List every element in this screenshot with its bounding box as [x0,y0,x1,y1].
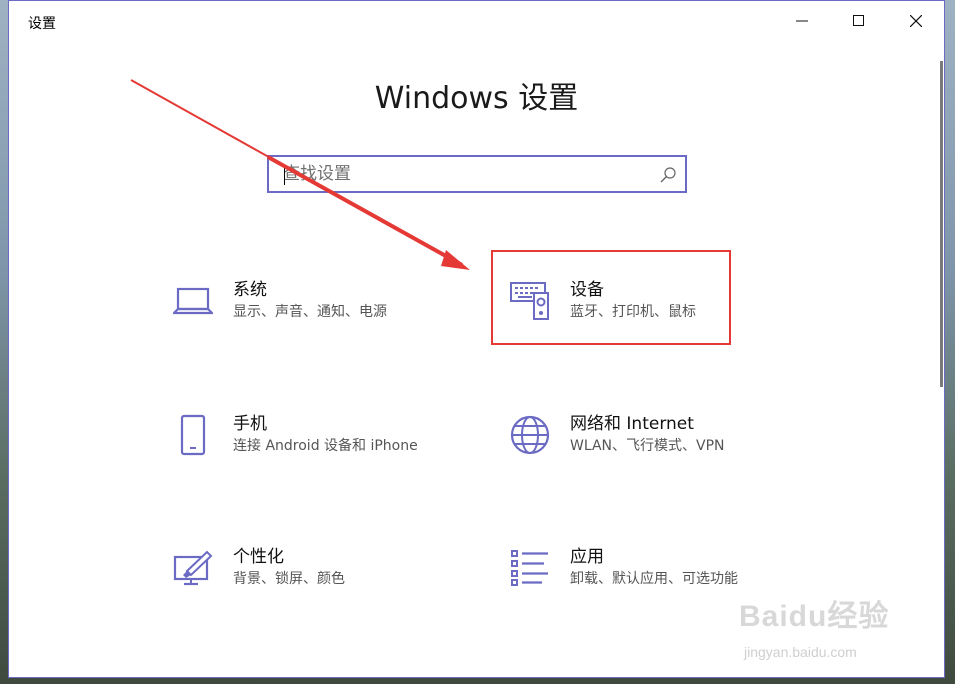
category-label: 系统 [233,280,267,300]
app-list-icon [508,546,552,590]
settings-window: 设置 Windows 设置 系统 显示、声音、通知、电源 [8,0,945,678]
category-personalization[interactable]: 个性化 背景、锁屏、颜色 [171,546,471,616]
category-label: 手机 [233,414,267,434]
page-title: Windows 设置 [374,81,579,116]
phone-icon [171,413,215,457]
maximize-icon [852,15,864,26]
maximize-button[interactable] [830,1,887,41]
category-system[interactable]: 系统 显示、声音、通知、电源 [171,279,471,349]
highlight-box [491,250,731,345]
search-box[interactable] [267,155,687,193]
search-icon[interactable] [659,166,677,184]
category-label: 网络和 Internet [570,414,694,434]
category-desc: 背景、锁屏、颜色 [233,571,345,587]
watermark-url: jingyan.baidu.com [744,644,857,660]
category-desc: 显示、声音、通知、电源 [233,304,387,320]
category-network[interactable]: 网络和 Internet WLAN、飞行模式、VPN [508,413,808,483]
search-input[interactable] [279,157,647,191]
globe-icon [508,413,552,457]
close-button[interactable] [887,1,944,41]
laptop-icon [171,279,215,323]
text-caret [284,165,285,185]
category-label: 个性化 [233,547,284,567]
minimize-icon [795,20,808,22]
category-desc: 卸载、默认应用、可选功能 [570,571,738,587]
category-desc: 连接 Android 设备和 iPhone [233,438,418,454]
category-desc: WLAN、飞行模式、VPN [570,438,725,454]
watermark-logo: Baidu经验 [739,600,890,633]
minimize-button[interactable] [773,1,830,41]
close-icon [909,15,922,27]
category-label: 应用 [570,547,604,567]
title-bar[interactable]: 设置 [9,1,944,41]
category-phone[interactable]: 手机 连接 Android 设备和 iPhone [171,413,471,483]
paint-screen-icon [171,546,215,590]
window-title: 设置 [28,16,56,32]
